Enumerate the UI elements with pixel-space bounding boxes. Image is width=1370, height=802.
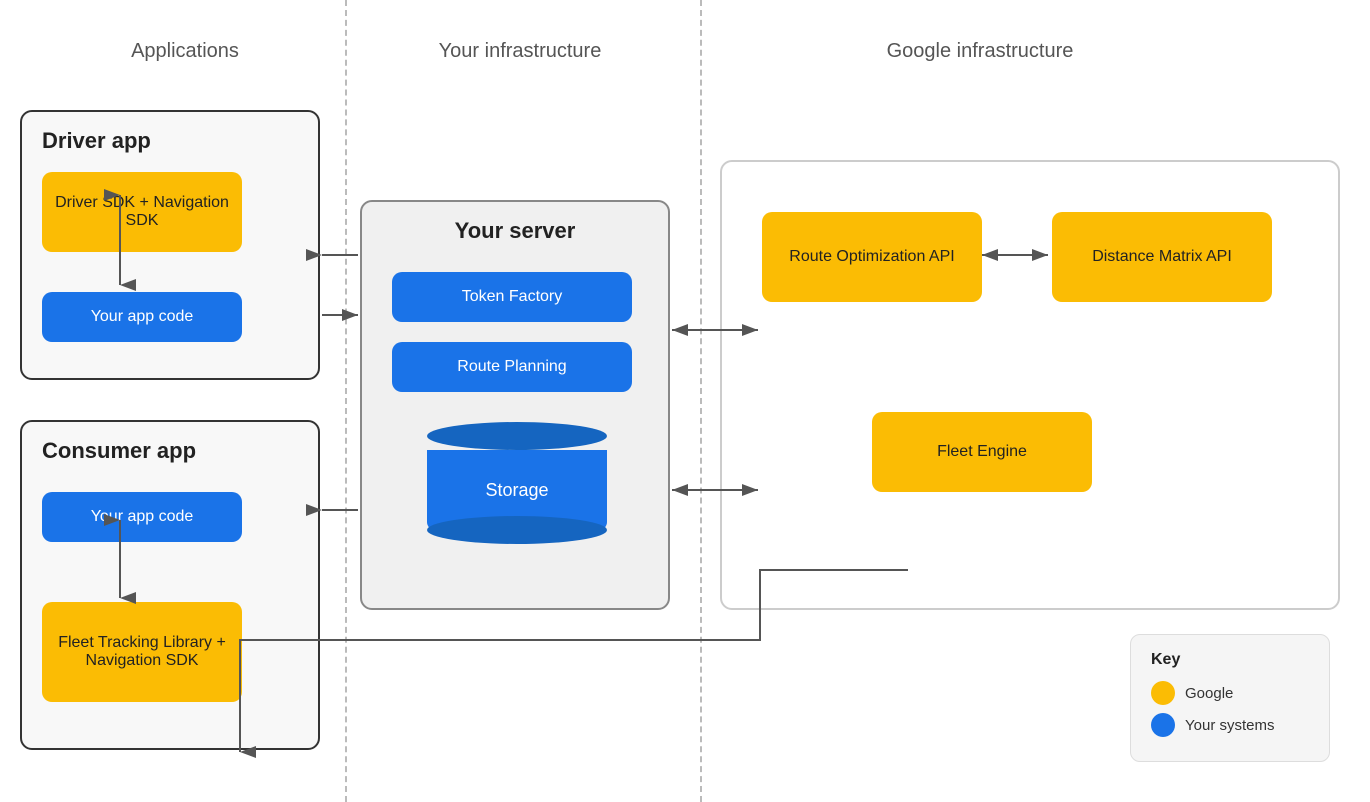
key-item-your-systems: Your systems xyxy=(1151,713,1309,737)
header-applications: Applications xyxy=(60,40,310,63)
distance-matrix-box: Distance Matrix API xyxy=(1052,212,1272,302)
your-server-title: Your server xyxy=(455,218,576,244)
driver-app-code-box: Your app code xyxy=(42,292,242,342)
route-optimization-box: Route Optimization API xyxy=(762,212,982,302)
token-factory-box: Token Factory xyxy=(392,272,632,322)
fleet-tracking-box: Fleet Tracking Library + Navigation SDK xyxy=(42,602,242,702)
driver-sdk-box: Driver SDK + Navigation SDK xyxy=(42,172,242,252)
key-dot-google xyxy=(1151,681,1175,705)
driver-app-box: Driver app Driver SDK + Navigation SDK Y… xyxy=(20,110,320,380)
your-server-box: Your server Token Factory Route Planning… xyxy=(360,200,670,610)
fleet-engine-box: Fleet Engine xyxy=(872,412,1092,492)
storage-cylinder: Storage xyxy=(427,422,607,544)
key-dot-your-systems xyxy=(1151,713,1175,737)
cylinder-top xyxy=(427,422,607,450)
consumer-app-title: Consumer app xyxy=(42,438,196,464)
key-box: Key Google Your systems xyxy=(1130,634,1330,762)
google-infra-box: Route Optimization API Distance Matrix A… xyxy=(720,160,1340,610)
route-planning-box: Route Planning xyxy=(392,342,632,392)
divider-right xyxy=(700,0,702,802)
key-title: Key xyxy=(1151,651,1309,669)
header-google-infra: Google infrastructure xyxy=(780,40,1180,63)
header-your-infra: Your infrastructure xyxy=(380,40,660,63)
diagram-container: Applications Your infrastructure Google … xyxy=(0,0,1370,802)
divider-left xyxy=(345,0,347,802)
key-label-your-systems: Your systems xyxy=(1185,717,1274,734)
key-label-google: Google xyxy=(1185,685,1233,702)
cylinder-bottom xyxy=(427,516,607,544)
consumer-app-code-box: Your app code xyxy=(42,492,242,542)
driver-app-title: Driver app xyxy=(42,128,151,154)
consumer-app-box: Consumer app Your app code Fleet Trackin… xyxy=(20,420,320,750)
key-item-google: Google xyxy=(1151,681,1309,705)
